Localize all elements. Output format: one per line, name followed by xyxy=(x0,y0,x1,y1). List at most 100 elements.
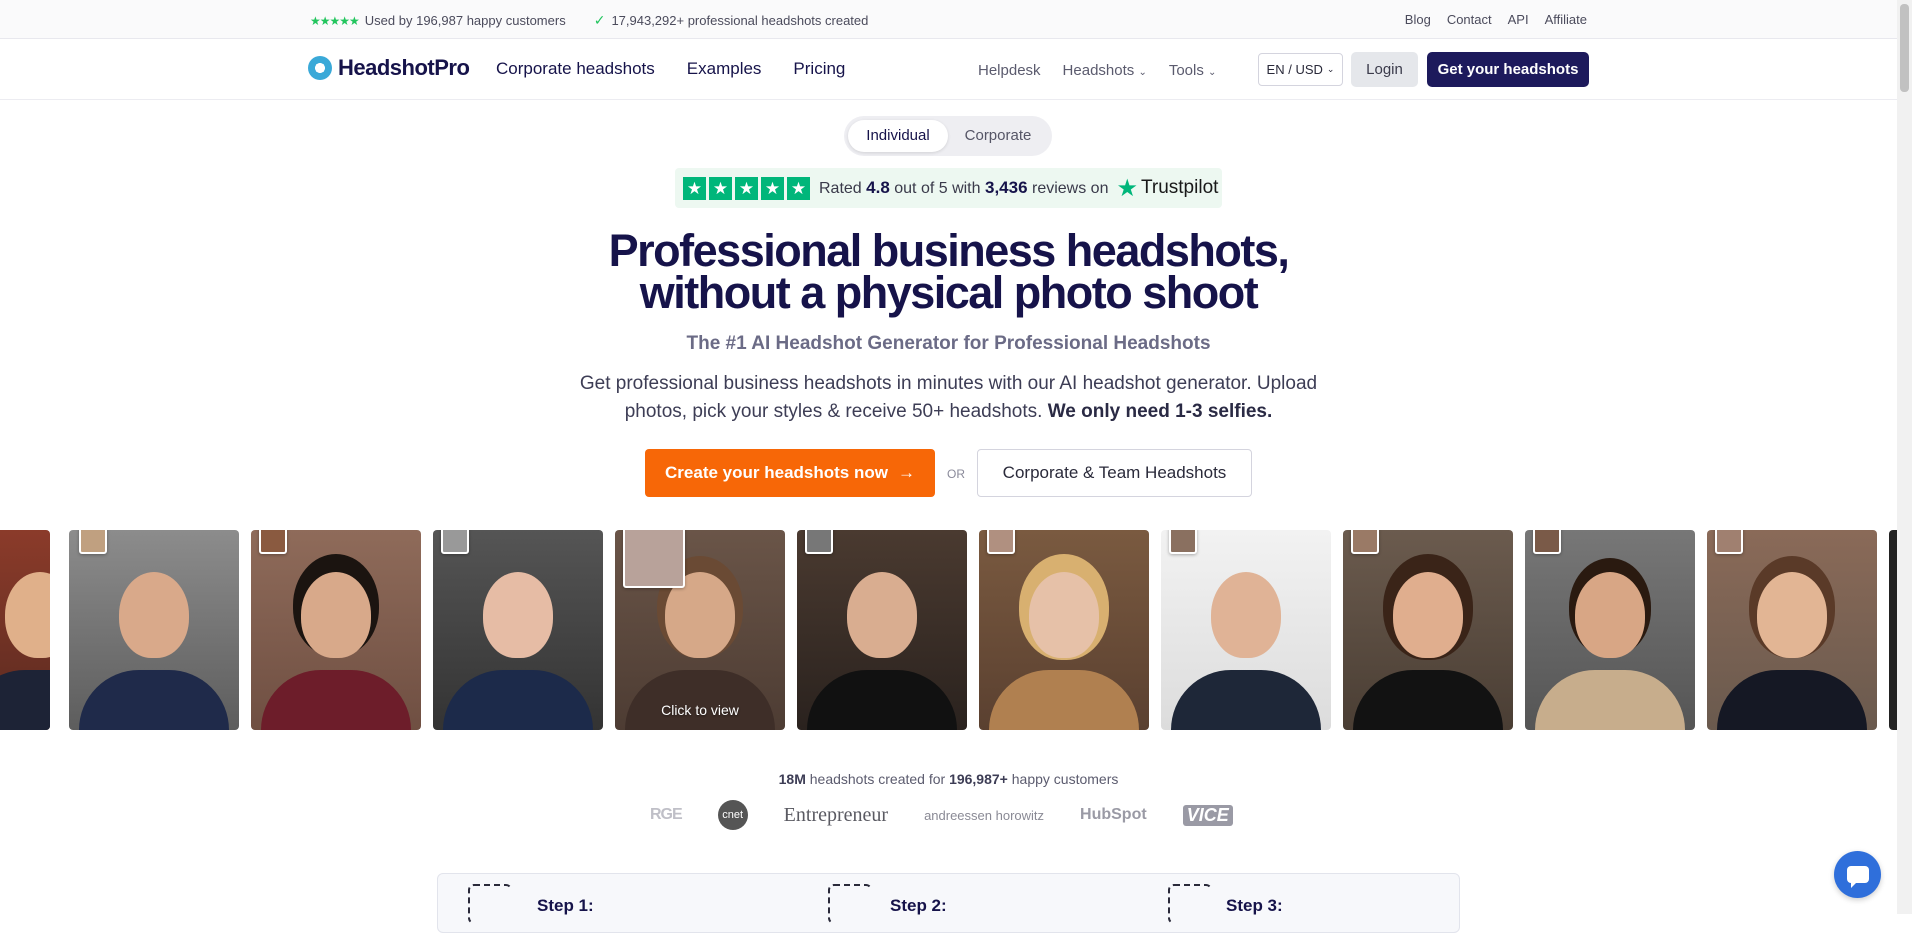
star-icon: ★ xyxy=(735,176,758,200)
trustpilot-stars: ★ ★ ★ ★ ★ xyxy=(683,176,810,200)
chat-widget-button[interactable] xyxy=(1834,851,1881,898)
contact-link[interactable]: Contact xyxy=(1447,12,1492,27)
nav-tools-label: Tools xyxy=(1168,62,1204,79)
face-scan-icon xyxy=(468,884,512,924)
nav-helpdesk[interactable]: Helpdesk xyxy=(978,62,1041,79)
verge-logo: RGE xyxy=(650,806,683,823)
trustpilot-brand: Trustpilot xyxy=(1140,177,1219,198)
headshots-count-text: 17,943,292+ professional headshots creat… xyxy=(611,13,869,28)
trustpilot-badge[interactable]: ★ ★ ★ ★ ★ Rated 4.8 out of 5 with 3,436 … xyxy=(675,168,1222,208)
selfie-thumbnail xyxy=(79,530,107,554)
chevron-down-icon: ⌄ xyxy=(1326,64,1335,74)
login-button[interactable]: Login xyxy=(1351,52,1418,87)
headshot-card[interactable] xyxy=(979,530,1149,730)
selfie-thumbnail xyxy=(1351,530,1379,554)
headshot-card[interactable] xyxy=(433,530,603,730)
a16z-logo: andreessen horowitz xyxy=(924,807,1045,823)
headshots-total: 18M xyxy=(778,771,806,787)
reviews-on-label: reviews on xyxy=(1031,180,1109,197)
press-logos: RGE cnet Entrepreneur andreessen horowit… xyxy=(650,800,1233,830)
face-scan-icon xyxy=(828,884,872,924)
customers-count-text: Used by 196,987 happy customers xyxy=(364,13,566,28)
or-separator: OR xyxy=(947,467,965,481)
chevron-down-icon: ⌄ xyxy=(1138,67,1147,78)
headshot-card[interactable] xyxy=(797,530,967,730)
trustpilot-star-icon: ★ xyxy=(1116,174,1138,202)
top-links: Blog Contact API Affiliate xyxy=(1405,12,1587,27)
star-icon: ★ xyxy=(683,176,706,200)
steps-panel: Step 1: Step 2: Step 3: xyxy=(437,873,1460,933)
headshot-card[interactable] xyxy=(1707,530,1877,730)
social-proof: ★★★★★ Used by 196,987 happy customers ✓ … xyxy=(310,12,868,29)
headshot-card[interactable] xyxy=(1889,530,1897,730)
page-scrollbar[interactable] xyxy=(1897,0,1912,914)
vice-logo: VICE xyxy=(1182,804,1233,826)
affiliate-link[interactable]: Affiliate xyxy=(1545,12,1587,27)
trustpilot-logo: ★ Trustpilot xyxy=(1116,174,1218,203)
api-link[interactable]: API xyxy=(1508,12,1529,27)
toggle-individual[interactable]: Individual xyxy=(848,120,948,152)
chevron-down-icon: ⌄ xyxy=(1208,67,1217,78)
primary-nav: Corporate headshots Examples Pricing xyxy=(496,59,845,79)
hero-description-emphasis: We only need 1-3 selfies. xyxy=(1047,401,1273,422)
face-scan-icon xyxy=(1168,884,1212,924)
hubspot-logo: HubSpot xyxy=(1080,806,1147,823)
step-2-label: Step 2: xyxy=(890,896,947,915)
review-count: 3,436 xyxy=(984,178,1028,197)
corporate-team-button[interactable]: Corporate & Team Headshots xyxy=(977,449,1252,497)
customers-total: 196,987+ xyxy=(949,771,1008,787)
language-currency-select[interactable]: EN / USD ⌄ xyxy=(1258,53,1343,86)
secondary-nav: Helpdesk Headshots ⌄ Tools ⌄ xyxy=(978,62,1216,79)
out-of-label: out of 5 with xyxy=(894,180,981,197)
stats-tail: happy customers xyxy=(1011,771,1119,787)
arrow-right-icon: → xyxy=(897,463,915,482)
rating-value: 4.8 xyxy=(866,178,890,197)
nav-pricing[interactable]: Pricing xyxy=(793,59,845,79)
main-navigation: HeadshotPro Corporate headshots Examples… xyxy=(0,39,1897,100)
rating-stars-icon: ★★★★★ xyxy=(310,13,360,28)
blog-link[interactable]: Blog xyxy=(1405,12,1431,27)
selfie-thumbnail xyxy=(987,530,1015,554)
selfie-thumbnail xyxy=(259,530,287,554)
headshot-card[interactable] xyxy=(1343,530,1513,730)
nav-tools-dropdown[interactable]: Tools ⌄ xyxy=(1169,62,1217,79)
hero-description: Get professional business headshots in m… xyxy=(560,370,1337,426)
star-icon: ★ xyxy=(787,176,810,200)
announcement-bar: ★★★★★ Used by 196,987 happy customers ✓ … xyxy=(0,0,1897,39)
click-to-view-label: Click to view xyxy=(661,702,739,718)
hero-title: Professional business headshots, without… xyxy=(0,225,1897,318)
stats-line: 18M headshots created for 196,987+ happy… xyxy=(0,771,1897,787)
nav-examples[interactable]: Examples xyxy=(687,59,762,79)
step-1-label: Step 1: xyxy=(537,896,594,915)
headshot-gallery: Click to view xyxy=(0,530,1897,730)
create-headshots-label: Create your headshots now xyxy=(665,463,888,482)
brand-name: HeadshotPro xyxy=(338,55,470,80)
selfie-thumbnail xyxy=(1533,530,1561,554)
nav-headshots-dropdown[interactable]: Headshots ⌄ xyxy=(1063,62,1147,79)
entrepreneur-logo: Entrepreneur xyxy=(783,803,889,826)
star-icon: ★ xyxy=(761,176,784,200)
selfie-thumbnail xyxy=(1715,530,1743,554)
brand-logo[interactable]: HeadshotPro xyxy=(308,55,470,81)
cnet-logo: cnet xyxy=(717,800,748,830)
create-headshots-button[interactable]: Create your headshots now → xyxy=(645,449,935,497)
headshot-card[interactable] xyxy=(1161,530,1331,730)
star-icon: ★ xyxy=(709,176,732,200)
scrollbar-thumb[interactable] xyxy=(1900,4,1909,92)
headshot-card[interactable] xyxy=(1525,530,1695,730)
headshot-card[interactable] xyxy=(0,530,50,730)
chat-icon xyxy=(1846,866,1869,888)
selfie-thumbnail xyxy=(805,530,833,554)
logo-icon xyxy=(308,56,332,80)
headshot-card[interactable]: Click to view xyxy=(615,530,785,730)
hero-title-line1: Professional business headshots, xyxy=(608,225,1290,276)
hero-subtitle: The #1 AI Headshot Generator for Profess… xyxy=(686,333,1211,354)
headshot-card[interactable] xyxy=(251,530,421,730)
check-icon: ✓ xyxy=(593,12,606,28)
toggle-corporate[interactable]: Corporate xyxy=(948,120,1048,152)
hero-title-line2: without a physical photo shoot xyxy=(639,267,1259,318)
nav-corporate-headshots[interactable]: Corporate headshots xyxy=(496,59,655,79)
get-headshots-button[interactable]: Get your headshots xyxy=(1427,52,1589,87)
headshot-card[interactable] xyxy=(69,530,239,730)
selfie-thumbnail xyxy=(623,530,685,588)
